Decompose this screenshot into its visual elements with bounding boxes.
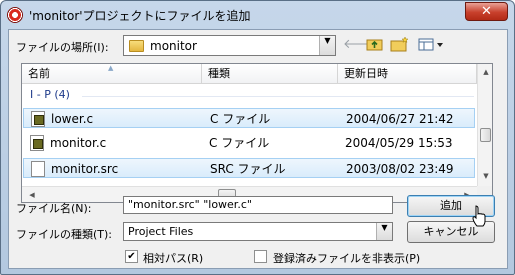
file-name-label: ファイル名(N): — [16, 202, 92, 215]
vertical-scrollbar[interactable]: ▲ ▼ — [477, 64, 492, 186]
title-bar[interactable]: 'monitor'プロジェクトにファイルを追加 ✕ — [1, 1, 514, 29]
column-header-type[interactable]: 種類 — [202, 64, 338, 84]
relative-path-label[interactable]: 相対パス(R) — [143, 250, 203, 266]
column-date-label: 更新日時 — [344, 67, 388, 80]
scroll-up-icon[interactable]: ▲ — [478, 68, 492, 76]
back-arrow-icon[interactable]: 🡐 — [343, 36, 378, 54]
column-header-name[interactable]: ▲ 名前 — [22, 64, 202, 84]
location-combo[interactable]: monitor ▼ — [123, 35, 336, 56]
dialog-body: ファイルの場所(I): monitor ▼ 🡐 ▲ 名前 種類 更新日時 I -… — [8, 29, 508, 269]
close-button[interactable]: ✕ — [465, 2, 508, 21]
list-item[interactable]: lower.c C ファイル 2004/06/27 21:42 — [23, 108, 475, 128]
window-title: 'monitor'プロジェクトにファイルを追加 — [29, 9, 251, 23]
c-file-icon — [31, 111, 45, 127]
file-date: 2004/05/29 15:53 — [345, 136, 453, 150]
list-item[interactable]: monitor.src SRC ファイル 2003/08/02 23:49 — [23, 158, 475, 178]
column-type-label: 種類 — [208, 67, 230, 80]
chevron-down-icon[interactable]: ▼ — [319, 36, 335, 55]
folder-up-icon[interactable] — [365, 36, 385, 54]
file-type: C ファイル — [209, 136, 270, 150]
src-file-icon — [31, 161, 45, 177]
app-icon — [7, 7, 23, 23]
chevron-down-icon[interactable]: ▼ — [376, 223, 392, 240]
file-date: 2004/06/27 21:42 — [346, 112, 454, 126]
column-header-date[interactable]: 更新日時 — [338, 64, 477, 84]
sort-ascending-icon: ▲ — [108, 64, 114, 72]
relative-path-checkbox[interactable]: ✔ — [125, 250, 138, 263]
scroll-left-icon[interactable]: ◀ — [24, 191, 40, 199]
c-file-icon — [30, 135, 44, 151]
hide-registered-label[interactable]: 登録済みファイルを非表示(P) — [273, 250, 420, 266]
scroll-down-icon[interactable]: ▼ — [478, 172, 492, 180]
add-files-dialog: 'monitor'プロジェクトにファイルを追加 ✕ ファイルの場所(I): mo… — [0, 0, 515, 275]
group-header[interactable]: I - P (4) — [30, 88, 70, 101]
file-type-label: ファイルの種類(T): — [16, 228, 113, 241]
location-label: ファイルの場所(I): — [16, 41, 109, 54]
file-type-combo[interactable]: Project Files ▼ — [123, 222, 393, 241]
hide-registered-checkbox[interactable] — [254, 250, 267, 263]
file-name-input[interactable]: "monitor.src" "lower.c" — [123, 196, 393, 214]
folder-icon — [129, 40, 144, 52]
file-type-value: Project Files — [128, 225, 194, 238]
mouse-cursor-icon — [472, 205, 486, 227]
file-type: C ファイル — [210, 112, 271, 126]
group-divider — [82, 96, 474, 97]
file-name: lower.c — [51, 112, 94, 126]
location-value: monitor — [150, 39, 197, 53]
file-name: monitor.src — [51, 162, 119, 176]
vertical-scroll-thumb[interactable] — [480, 128, 491, 142]
file-date: 2003/08/02 23:49 — [346, 162, 454, 176]
view-menu-icon[interactable] — [417, 36, 445, 54]
file-name: monitor.c — [50, 136, 107, 150]
list-item[interactable]: monitor.c C ファイル 2004/05/29 15:53 — [23, 133, 475, 153]
column-name-label: 名前 — [28, 67, 50, 80]
file-list[interactable]: ▲ 名前 種類 更新日時 I - P (4) lower.c C ファイル 20… — [21, 63, 493, 203]
new-folder-icon[interactable] — [390, 36, 410, 54]
file-type: SRC ファイル — [210, 162, 286, 176]
